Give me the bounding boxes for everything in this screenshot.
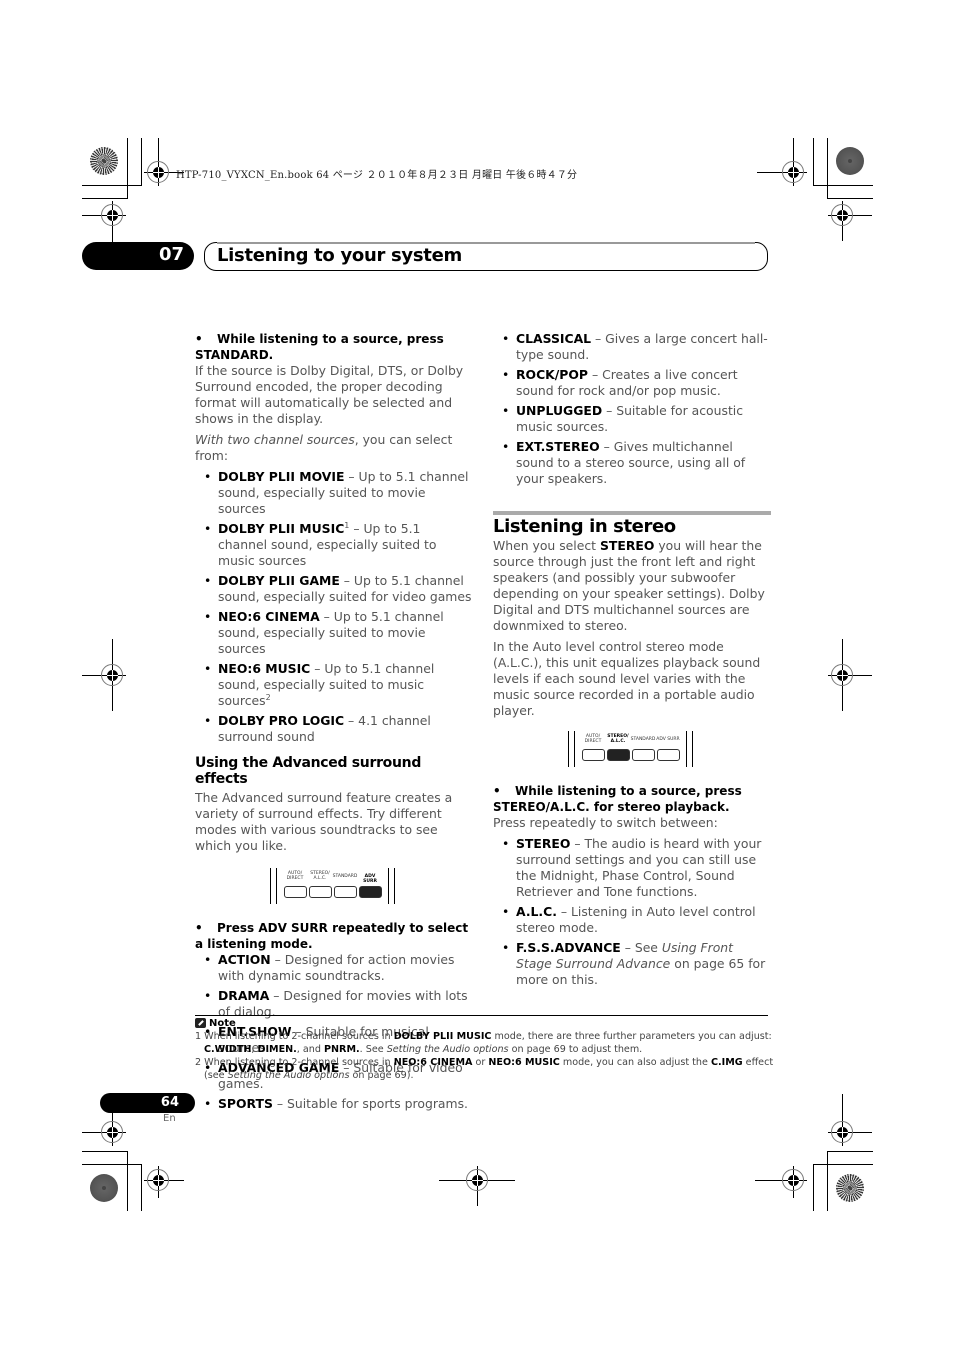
standard-description: If the source is Dolby Digital, DTS, or … <box>195 363 464 426</box>
stereo-mode-list: STEREO – The audio is heard with your su… <box>493 836 771 988</box>
list-item: ROCK/POP – Creates a live concert sound … <box>493 367 771 399</box>
step-standard: • While listening to a source, press STAN… <box>195 332 444 362</box>
advanced-surround-description: The Advanced surround feature creates a … <box>195 790 453 853</box>
remote-buttons-adv-surr: AUTO/ DIRECT STEREO/ A.L.C. STANDARD ADV… <box>270 866 398 906</box>
page-number: 64 <box>160 1095 179 1110</box>
section-heading-advanced-surround: Using the Advanced surround effects <box>195 755 422 787</box>
footnote-ref: 2 <box>265 692 271 702</box>
cross-reference-link[interactable]: Setting the Audio options <box>228 1070 350 1081</box>
stereo-step-description: Press repeatedly to switch between: <box>493 815 718 830</box>
chapter-number-badge: 07 <box>82 242 194 270</box>
color-target-icon <box>90 1174 118 1202</box>
advanced-mode-list-continued: CLASSICAL – Gives a large concert hall-t… <box>493 331 771 487</box>
remote-buttons-stereo-alc: AUTO/ DIRECT STEREO/ A.L.C. STANDARD ADV… <box>568 729 696 769</box>
print-job-line: HTP-710_VYXCN_En.book 64 ページ ２０１０年８月２３日 … <box>176 170 578 181</box>
note-title: Note <box>209 1018 236 1029</box>
chapter-title-box: Listening to your system <box>204 242 768 271</box>
list-item: NEO:6 CINEMA – Up to 5.1 channel sound, … <box>195 609 473 657</box>
list-item: F.S.S.ADVANCE – See Using Front Stage Su… <box>493 940 771 988</box>
right-column: CLASSICAL – Gives a large concert hall-t… <box>493 331 771 992</box>
color-target-icon <box>90 147 118 175</box>
step-stereo-alc: • While listening to a source, press STER… <box>493 784 742 814</box>
footnote-1: 1 When listening to 2-channel sources in… <box>195 1031 772 1055</box>
list-item: A.L.C. – Listening in Auto level control… <box>493 904 771 936</box>
auto-direct-button[interactable] <box>582 749 605 761</box>
stereo-alc-button[interactable] <box>607 749 630 761</box>
pencil-note-icon <box>195 1018 206 1028</box>
standard-button[interactable] <box>632 749 655 761</box>
list-item: SPORTS – Suitable for sports programs. <box>195 1096 473 1112</box>
page-number-badge: 64 <box>100 1093 195 1113</box>
note-divider <box>195 1015 768 1016</box>
list-item: DOLBY PLII MOVIE – Up to 5.1 channel sou… <box>195 469 473 517</box>
list-item: DOLBY PLII GAME – Up to 5.1 channel soun… <box>195 573 473 605</box>
notes: Note 1 When listening to 2-channel sourc… <box>195 1017 775 1082</box>
list-item: EXT.STEREO – Gives multichannel sound to… <box>493 439 771 487</box>
list-item: STEREO – The audio is heard with your su… <box>493 836 771 900</box>
decode-mode-list: DOLBY PLII MOVIE – Up to 5.1 channel sou… <box>195 469 473 745</box>
auto-direct-button[interactable] <box>284 886 307 898</box>
color-target-icon <box>836 1174 864 1202</box>
list-item: CLASSICAL – Gives a large concert hall-t… <box>493 331 771 363</box>
cross-reference-link[interactable]: Setting the Audio options <box>387 1044 509 1055</box>
page-language: En <box>163 1113 176 1124</box>
list-item: DOLBY PRO LOGIC – 4.1 channel surround s… <box>195 713 473 745</box>
section-heading-listening-in-stereo: Listening in stereo <box>493 516 676 537</box>
left-column: • While listening to a source, press STAN… <box>195 331 473 1116</box>
list-item: NEO:6 MUSIC – Up to 5.1 channel sound, e… <box>195 661 473 709</box>
step-adv-surr: • Press ADV SURR repeatedly to select a l… <box>195 921 469 951</box>
adv-surr-button[interactable] <box>359 886 382 898</box>
section-rule <box>493 511 771 515</box>
adv-surr-button[interactable] <box>657 749 680 761</box>
footnote-2: 2 When listening to 2-channel sources in… <box>195 1057 774 1081</box>
chapter-number: 07 <box>158 244 184 265</box>
list-item: ACTION – Designed for action movies with… <box>195 952 473 984</box>
list-item: DOLBY PLII MUSIC1 – Up to 5.1 channel so… <box>195 521 473 569</box>
color-target-icon <box>836 147 864 175</box>
standard-button[interactable] <box>334 886 357 898</box>
stereo-alc-button[interactable] <box>309 886 332 898</box>
two-channel-intro: With two channel sources, you can select… <box>195 432 453 463</box>
list-item: UNPLUGGED – Suitable for acoustic music … <box>493 403 771 435</box>
stereo-description: When you select STEREO you will hear the… <box>493 538 765 633</box>
chapter-title: Listening to your system <box>217 245 462 266</box>
alc-description: In the Auto level control stereo mode (A… <box>493 639 761 718</box>
